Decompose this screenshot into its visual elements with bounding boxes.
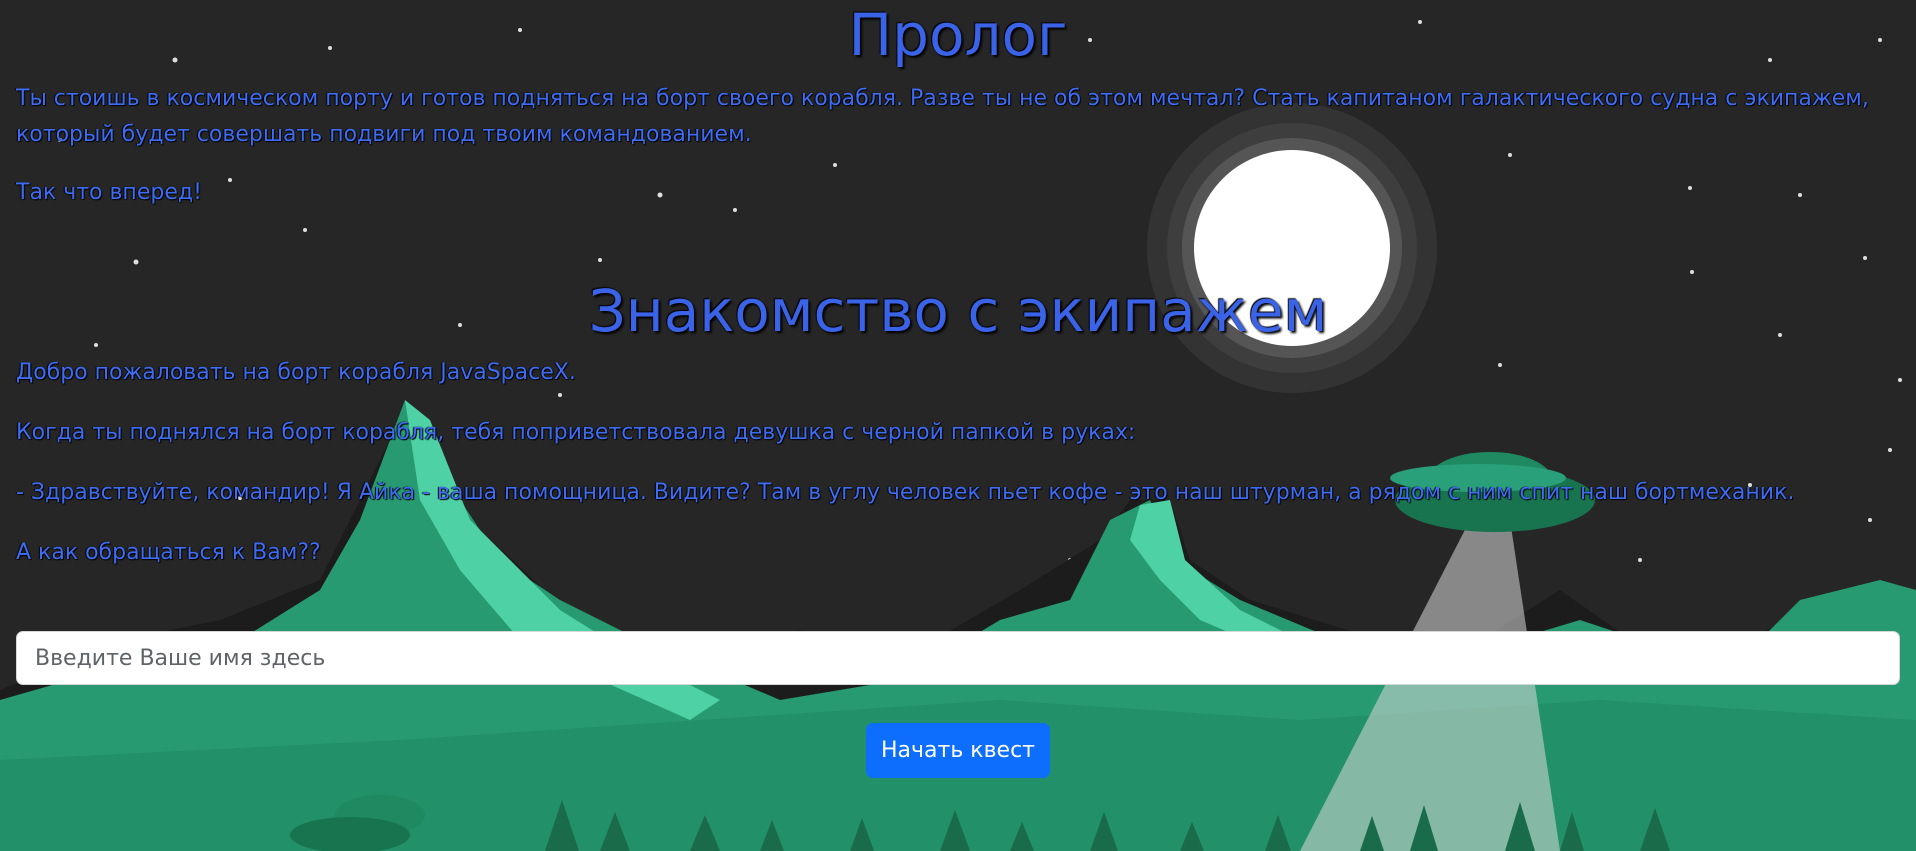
prologue-title: Пролог — [848, 1, 1068, 69]
prologue-call-to-action: Так что вперед! — [16, 180, 202, 205]
crew-question-text: А как обращаться к Вам?? — [16, 540, 321, 565]
player-name-input[interactable] — [16, 631, 1900, 685]
prologue-paragraph: Ты стоишь в космическом порту и готов по… — [16, 86, 1869, 147]
start-quest-button[interactable]: Начать квест — [866, 723, 1050, 778]
quest-content: Пролог Ты стоишь в космическом порту и г… — [0, 0, 1916, 851]
crew-title: Знакомство с экипажем — [588, 277, 1328, 345]
crew-dialogue-text: - Здравствуйте, командир! Я Айка - ваша … — [16, 480, 1795, 505]
crew-greeting-text: Когда ты поднялся на борт корабля, тебя … — [16, 420, 1136, 445]
crew-welcome-text: Добро пожаловать на борт корабля JavaSpa… — [16, 360, 576, 385]
